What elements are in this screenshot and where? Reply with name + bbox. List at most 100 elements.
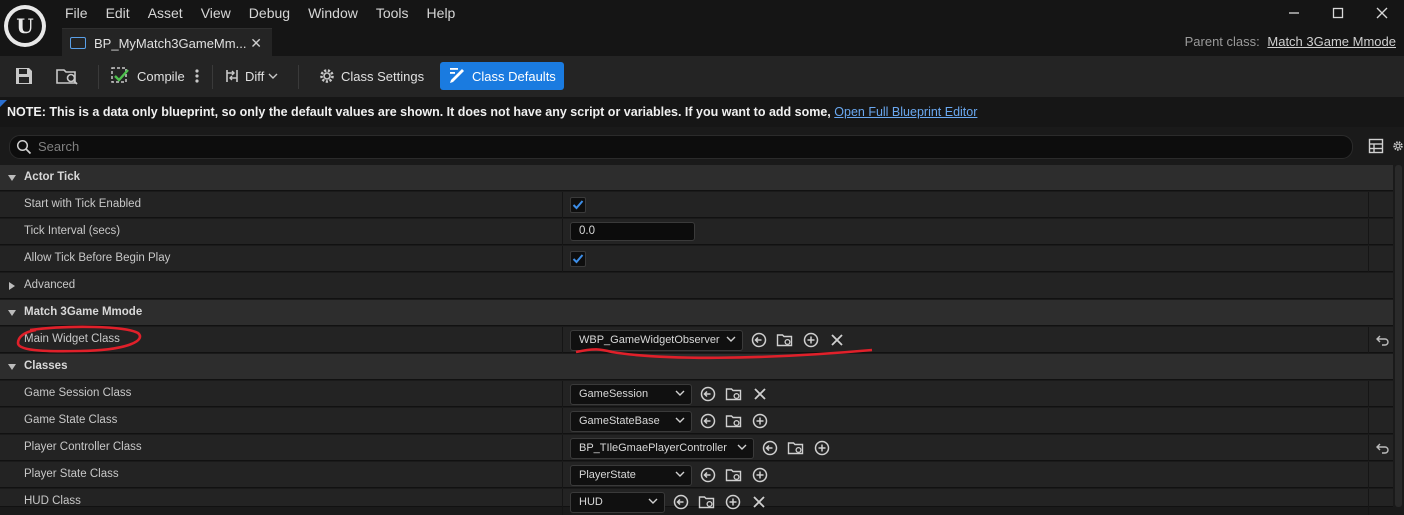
property-label: Game State Class [24, 414, 118, 426]
menu-asset[interactable]: Asset [139, 3, 192, 23]
property-main-widget-class: Main Widget Class WBP_GameWidgetObserver [0, 327, 1393, 353]
use-selected-icon[interactable] [699, 385, 717, 403]
category-label: Match 3Game Mmode [24, 306, 143, 318]
menu-edit[interactable]: Edit [97, 3, 139, 23]
save-icon[interactable] [14, 62, 34, 90]
gear-icon [320, 69, 334, 83]
property-hud-class: HUD Class HUD [0, 489, 1393, 515]
class-defaults-button[interactable]: Class Defaults [440, 62, 564, 90]
main-widget-class-dropdown[interactable]: WBP_GameWidgetObserver [570, 330, 743, 351]
search-box[interactable] [9, 135, 1353, 159]
property-player-state-class: Player State Class PlayerState [0, 462, 1393, 488]
game-state-class-dropdown[interactable]: GameStateBase [570, 411, 692, 432]
category-classes[interactable]: Classes [0, 354, 1393, 380]
clear-icon[interactable] [750, 493, 768, 511]
expand-arrow-icon[interactable] [8, 364, 16, 370]
open-full-editor-link[interactable]: Open Full Blueprint Editor [834, 105, 977, 119]
allow-tick-checkbox[interactable] [570, 251, 586, 267]
expand-arrow-icon[interactable] [8, 175, 16, 181]
add-new-icon[interactable] [751, 412, 769, 430]
tick-interval-field[interactable]: 0.0 [570, 222, 695, 241]
player-state-class-dropdown[interactable]: PlayerState [570, 465, 692, 486]
category-actor-tick[interactable]: Actor Tick [0, 165, 1393, 191]
class-settings-button[interactable]: Class Settings [318, 62, 424, 90]
menu-help[interactable]: Help [418, 3, 465, 23]
property-label: Start with Tick Enabled [24, 198, 141, 210]
browse-folder-icon[interactable] [787, 439, 805, 457]
menu-view[interactable]: View [192, 3, 240, 23]
property-game-state-class: Game State Class GameStateBase [0, 408, 1393, 434]
add-new-icon[interactable] [724, 493, 742, 511]
minimize-icon[interactable] [1272, 0, 1316, 26]
expand-arrow-icon[interactable] [8, 310, 16, 316]
menu-debug[interactable]: Debug [240, 3, 299, 23]
use-selected-icon[interactable] [699, 466, 717, 484]
use-selected-icon[interactable] [750, 331, 768, 349]
dropdown-value: WBP_GameWidgetObserver [579, 334, 720, 346]
property-label: Main Widget Class [24, 333, 120, 345]
settings-gear-icon[interactable] [1392, 138, 1404, 154]
clear-icon[interactable] [751, 385, 769, 403]
tab-title: BP_MyMatch3GameMm... [94, 35, 247, 51]
advanced-group[interactable]: Advanced [0, 273, 1393, 299]
diff-button[interactable]: Diff [224, 62, 278, 90]
add-new-icon[interactable] [751, 466, 769, 484]
search-input[interactable] [38, 138, 1338, 155]
chevron-down-icon [675, 417, 685, 423]
browse-folder-icon[interactable] [725, 412, 743, 430]
browse-folder-icon[interactable] [698, 493, 716, 511]
maximize-icon[interactable] [1316, 0, 1360, 26]
unreal-logo-icon[interactable]: U [4, 5, 46, 47]
clear-icon[interactable] [828, 331, 846, 349]
category-match3-game-mode[interactable]: Match 3Game Mmode [0, 300, 1393, 326]
toolbar: Compile Diff Class Settings Class Defaul… [0, 56, 1404, 98]
reset-to-default-icon[interactable] [1376, 334, 1390, 346]
browse-folder-icon[interactable] [725, 385, 743, 403]
property-label: Tick Interval (secs) [24, 225, 121, 237]
parent-class-link[interactable]: Match 3Game Mmode [1267, 34, 1396, 49]
hud-class-dropdown[interactable]: HUD [570, 492, 665, 513]
property-game-session-class: Game Session Class GameSession [0, 381, 1393, 407]
game-session-class-dropdown[interactable]: GameSession [570, 384, 692, 405]
use-selected-icon[interactable] [672, 493, 690, 511]
toolbar-divider [298, 65, 299, 89]
edit-defaults-icon [450, 68, 464, 83]
reset-to-default-icon[interactable] [1376, 442, 1390, 454]
close-tab-icon[interactable]: ✕ [250, 35, 262, 52]
browse-icon[interactable] [56, 62, 80, 90]
menu-tools[interactable]: Tools [367, 3, 418, 23]
start-tick-checkbox[interactable] [570, 197, 586, 213]
add-new-icon[interactable] [813, 439, 831, 457]
menu-window[interactable]: Window [299, 3, 367, 23]
compile-button[interactable]: Compile [110, 62, 185, 90]
collapse-arrow-icon[interactable] [9, 282, 15, 290]
browse-folder-icon[interactable] [776, 331, 794, 349]
use-selected-icon[interactable] [699, 412, 717, 430]
property-label: Allow Tick Before Begin Play [24, 252, 171, 264]
add-new-icon[interactable] [802, 331, 820, 349]
parent-class-label: Parent class: [1184, 34, 1260, 49]
menu-file[interactable]: File [56, 3, 97, 23]
window-controls [1272, 0, 1404, 26]
player-controller-class-dropdown[interactable]: BP_TIleGmaePlayerController [570, 438, 754, 459]
compile-options-icon[interactable] [194, 62, 200, 90]
advanced-label: Advanced [24, 279, 76, 291]
document-tab[interactable]: BP_MyMatch3GameMm... ✕ [62, 28, 272, 57]
details-scrollbar[interactable] [1395, 165, 1402, 507]
menu-bar: File Edit Asset View Debug Window Tools … [56, 3, 464, 23]
table-view-icon[interactable] [1368, 138, 1384, 154]
toolbar-divider [98, 65, 99, 89]
chevron-down-icon [648, 498, 658, 504]
diff-label: Diff [245, 68, 265, 84]
compile-label: Compile [137, 68, 185, 84]
notice-text: NOTE: This is a data only blueprint, so … [7, 105, 835, 119]
browse-folder-icon[interactable] [725, 466, 743, 484]
search-icon [16, 139, 32, 155]
dropdown-value: BP_TIleGmaePlayerController [579, 442, 727, 454]
close-window-icon[interactable] [1360, 0, 1404, 26]
details-view-options [1368, 138, 1404, 154]
use-selected-icon[interactable] [761, 439, 779, 457]
dropdown-value: HUD [579, 496, 603, 508]
class-defaults-label: Class Defaults [472, 68, 556, 84]
property-player-controller-class: Player Controller Class BP_TIleGmaePlaye… [0, 435, 1393, 461]
